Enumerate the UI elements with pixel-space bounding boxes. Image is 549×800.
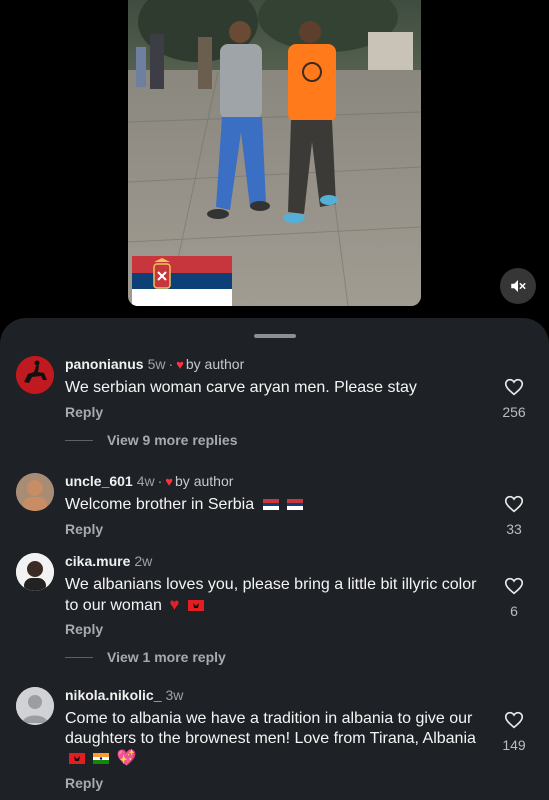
speaker-muted-icon bbox=[511, 280, 526, 292]
like-control[interactable]: 256 bbox=[496, 376, 532, 420]
comment-text-body: We albanians loves you, please bring a l… bbox=[65, 576, 477, 614]
serbia-flag-emoji-icon bbox=[262, 499, 279, 510]
india-flag-emoji-icon bbox=[93, 753, 110, 764]
reply-button[interactable]: Reply bbox=[65, 404, 103, 420]
horseman-avatar-icon bbox=[16, 356, 54, 394]
view-more-replies-label[interactable]: View 9 more replies bbox=[107, 432, 237, 448]
mute-button[interactable] bbox=[500, 268, 536, 304]
heart-outline-icon[interactable] bbox=[503, 493, 525, 515]
divider-line bbox=[65, 439, 93, 441]
divider-line bbox=[65, 656, 93, 658]
comment-text: We serbian woman carve aryan men. Please… bbox=[65, 379, 417, 396]
serbia-flag-icon bbox=[132, 256, 232, 306]
reply-button[interactable]: Reply bbox=[65, 521, 103, 537]
like-count: 256 bbox=[502, 404, 526, 420]
separator-dot: · bbox=[168, 356, 174, 372]
by-author-label: by author bbox=[175, 473, 234, 489]
comment-username[interactable]: nikola.nikolic_ bbox=[65, 687, 161, 703]
avatar[interactable] bbox=[16, 687, 54, 725]
red-heart-emoji-icon: ♥ bbox=[169, 595, 180, 614]
heart-outline-icon[interactable] bbox=[503, 709, 525, 731]
by-author-label: by author bbox=[185, 356, 245, 372]
default-user-avatar-icon bbox=[16, 687, 54, 725]
person-photo-avatar bbox=[16, 553, 54, 591]
comment-meta: nikola.nikolic_ 3w bbox=[65, 687, 183, 703]
comment-meta: cika.mure 2w bbox=[65, 553, 152, 569]
avatar[interactable] bbox=[16, 553, 54, 591]
video-player[interactable] bbox=[0, 0, 549, 318]
comment-text: We albanians loves you, please bring a l… bbox=[65, 575, 485, 616]
heart-outline-icon[interactable] bbox=[503, 575, 525, 597]
reply-button[interactable]: Reply bbox=[65, 621, 103, 637]
comment-text: Come to albania we have a tradition in a… bbox=[65, 709, 485, 769]
author-heart-icon: ♥ bbox=[165, 474, 174, 489]
comment-text-body: Welcome brother in Serbia bbox=[65, 496, 255, 513]
comment-meta: uncle_601 4w · ♥ by author bbox=[65, 473, 233, 489]
like-count: 33 bbox=[506, 521, 522, 537]
heart-outline-icon[interactable] bbox=[503, 376, 525, 398]
comment-username[interactable]: cika.mure bbox=[65, 553, 130, 569]
comment-time: 5w bbox=[147, 356, 166, 372]
avatar[interactable] bbox=[16, 473, 54, 511]
comment-username[interactable]: uncle_601 bbox=[65, 473, 133, 489]
albania-flag-emoji-icon bbox=[69, 753, 85, 764]
reply-button[interactable]: Reply bbox=[65, 775, 103, 791]
comment-time: 3w bbox=[165, 687, 184, 703]
author-heart-icon: ♥ bbox=[176, 357, 184, 372]
like-control[interactable]: 149 bbox=[496, 709, 532, 753]
comment-time: 4w bbox=[136, 473, 155, 489]
sparkling-heart-emoji-icon: 💖 bbox=[116, 750, 137, 767]
like-control[interactable]: 6 bbox=[496, 575, 532, 619]
video-frame[interactable] bbox=[128, 0, 421, 306]
comment-time: 2w bbox=[134, 553, 153, 569]
like-control[interactable]: 33 bbox=[496, 493, 532, 537]
view-more-replies[interactable]: View 9 more replies bbox=[65, 432, 237, 448]
comment-meta: panonianus 5w · ♥ by author bbox=[65, 356, 244, 372]
person-photo-avatar bbox=[16, 473, 54, 511]
comments-sheet: panonianus 5w · ♥ by author We serbian woman… bbox=[0, 318, 549, 800]
view-more-replies[interactable]: View 1 more reply bbox=[65, 649, 226, 665]
sheet-drag-handle[interactable] bbox=[254, 334, 296, 338]
serbia-flag-emoji-icon bbox=[287, 499, 304, 510]
separator-dot: · bbox=[157, 473, 163, 489]
like-count: 6 bbox=[510, 603, 518, 619]
comment-text-body: Come to albania we have a tradition in a… bbox=[65, 710, 476, 747]
comment-text: Welcome brother in Serbia bbox=[65, 495, 485, 515]
like-count: 149 bbox=[502, 737, 526, 753]
avatar[interactable] bbox=[16, 356, 54, 394]
comment-username[interactable]: panonianus bbox=[65, 356, 144, 372]
albania-flag-emoji-icon bbox=[187, 600, 204, 611]
view-more-replies-label[interactable]: View 1 more reply bbox=[107, 649, 226, 665]
